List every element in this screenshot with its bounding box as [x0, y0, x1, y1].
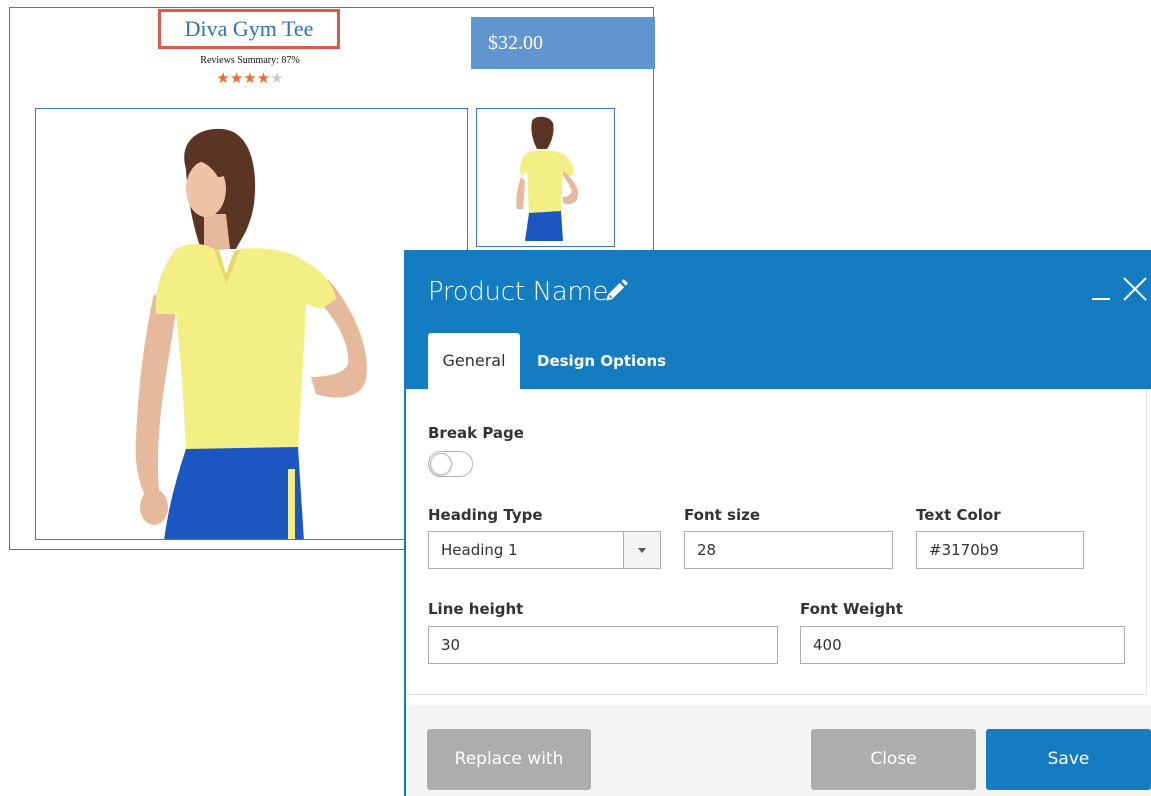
close-icon[interactable] — [1122, 276, 1148, 302]
break-page-toggle[interactable] — [428, 451, 473, 477]
font-weight-label: Font Weight — [800, 600, 903, 618]
text-color-label: Text Color — [916, 506, 1001, 524]
reviews-summary: Reviews Summary: 87% — [200, 55, 300, 66]
product-name-heading[interactable]: Diva Gym Tee — [158, 9, 340, 49]
tab-design-options[interactable]: Design Options — [537, 333, 666, 389]
tab-general[interactable]: General — [428, 333, 520, 389]
replace-with-button[interactable]: Replace with — [427, 729, 591, 790]
chevron-down-icon[interactable] — [623, 532, 660, 568]
star-empty-icon: ★ — [270, 70, 284, 87]
product-name-settings-modal: Product Name General Design Options Brea… — [404, 250, 1151, 796]
heading-type-label: Heading Type — [428, 506, 543, 524]
rating-stars: ★★★★★ — [150, 69, 350, 87]
font-size-label: Font size — [684, 506, 760, 524]
star-icon: ★ — [229, 70, 244, 87]
save-button[interactable]: Save — [986, 729, 1151, 790]
line-height-label: Line height — [428, 600, 524, 618]
minimize-icon[interactable] — [1090, 272, 1112, 302]
star-icon: ★ — [243, 70, 257, 87]
modal-footer: Replace with Close Save — [406, 705, 1151, 796]
font-weight-input[interactable]: 400 — [800, 626, 1125, 664]
break-page-label: Break Page — [428, 424, 524, 442]
pencil-icon[interactable] — [603, 278, 629, 304]
price-box[interactable]: $32.00 — [471, 17, 655, 69]
star-icon: ★ — [256, 70, 271, 87]
woman-back-view-image — [516, 116, 579, 241]
star-icon: ★ — [216, 70, 230, 87]
close-button[interactable]: Close — [811, 729, 976, 790]
text-color-input[interactable]: #3170b9 — [916, 531, 1084, 569]
heading-type-value: Heading 1 — [441, 541, 518, 559]
toggle-knob — [430, 453, 452, 475]
modal-body: Break Page Heading Type Heading 1 Font s… — [406, 389, 1147, 695]
heading-type-select[interactable]: Heading 1 — [428, 531, 661, 569]
font-size-input[interactable]: 28 — [684, 531, 893, 569]
line-height-input[interactable]: 30 — [428, 626, 778, 664]
modal-title: Product Name — [428, 277, 609, 307]
product-thumbnail[interactable] — [476, 108, 615, 247]
modal-header: Product Name General Design Options — [406, 250, 1151, 389]
